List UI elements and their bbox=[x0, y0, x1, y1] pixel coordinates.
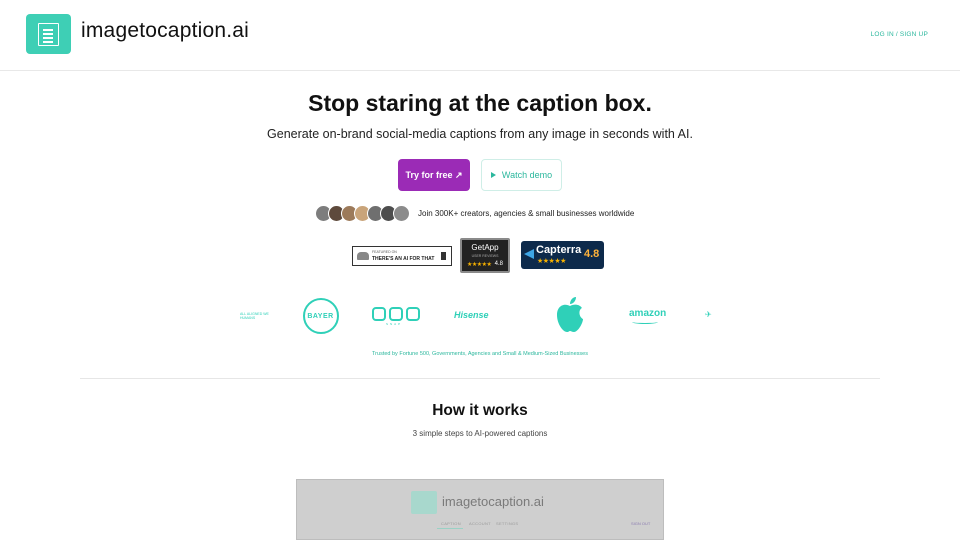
getapp-score: 4.8 bbox=[494, 261, 503, 267]
avatar bbox=[393, 204, 410, 222]
getapp-stars: ★★★★★ bbox=[467, 262, 492, 268]
hero-headline: Stop staring at the caption box. bbox=[308, 90, 652, 116]
shapes-brand-tag: SNAP bbox=[386, 322, 403, 326]
capterra-badge[interactable]: Capterra ★★★★★ 4.8 bbox=[521, 241, 604, 269]
how-it-works-title: How it works bbox=[432, 402, 528, 419]
preview-signout: SIGN OUT bbox=[631, 521, 651, 526]
apple-logo bbox=[553, 296, 587, 334]
getapp-badge[interactable]: GetApp USER REVIEWS ★★★★★ 4.8 bbox=[460, 238, 510, 273]
preview-brand: imagetocaption.ai bbox=[442, 494, 544, 509]
logo-icon[interactable] bbox=[26, 14, 71, 54]
capterra-stars: ★★★★★ bbox=[537, 258, 566, 265]
section-divider bbox=[80, 378, 880, 379]
bayer-logo: BAYER bbox=[303, 298, 339, 334]
site-header: imagetocaption.ai LOG IN / SIGN UP bbox=[0, 0, 960, 71]
government-logo: ALL ALIGNED WE HUMANS bbox=[240, 312, 269, 320]
bayer-logo-text: BAYER bbox=[307, 313, 334, 320]
preview-nav-account: ACCOUNT bbox=[469, 521, 491, 526]
aift-badge-small-label: FEATURED ON bbox=[372, 250, 397, 254]
preview-nav-caption: CAPTION bbox=[441, 521, 461, 526]
shapes-brand-logo: SNAP bbox=[372, 307, 422, 326]
avatar-stack bbox=[315, 204, 410, 222]
document-icon bbox=[38, 23, 59, 46]
trusted-by-text: Trusted by Fortune 500, Governments, Age… bbox=[372, 351, 588, 357]
social-proof: Join 300K+ creators, agencies & small bu… bbox=[315, 203, 634, 223]
client-logo-strip: ALL ALIGNED WE HUMANS BAYER SNAP Hisense… bbox=[0, 296, 960, 336]
bookmark-icon bbox=[441, 252, 446, 260]
flexed-arm-icon bbox=[357, 252, 369, 260]
app-preview-screenshot: imagetocaption.ai CAPTION ACCOUNT SETTIN… bbox=[296, 479, 664, 540]
amazon-logo: amazon bbox=[629, 308, 667, 324]
aift-badge-label: THERE'S AN AI FOR THAT bbox=[372, 256, 435, 262]
social-proof-text: Join 300K+ creators, agencies & small bu… bbox=[418, 208, 635, 218]
watch-demo-label: Watch demo bbox=[501, 170, 553, 180]
review-badges: FEATURED ON THERE'S AN AI FOR THAT GetAp… bbox=[0, 238, 960, 274]
watch-demo-button[interactable]: Watch demo bbox=[481, 159, 562, 191]
hisense-logo: Hisense bbox=[454, 310, 489, 320]
getapp-subtitle: USER REVIEWS bbox=[471, 254, 499, 258]
preview-nav-settings: SETTINGS bbox=[496, 521, 519, 526]
theres-an-ai-for-that-badge[interactable]: FEATURED ON THERE'S AN AI FOR THAT bbox=[352, 246, 452, 266]
try-for-free-button[interactable]: Try for free ↗ bbox=[398, 159, 470, 191]
capterra-score: 4.8 bbox=[584, 248, 600, 260]
how-it-works-subtitle: 3 simple steps to AI-powered captions bbox=[412, 429, 548, 438]
brand-name[interactable]: imagetocaption.ai bbox=[81, 19, 249, 43]
preview-logo-icon bbox=[411, 491, 437, 514]
play-icon bbox=[490, 172, 496, 178]
preview-active-underline bbox=[437, 528, 463, 529]
hero-subheadline: Generate on-brand social-media captions … bbox=[267, 127, 693, 141]
capterra-name: Capterra bbox=[536, 244, 582, 256]
airline-logo: ✈ bbox=[705, 310, 712, 319]
login-signup-link[interactable]: LOG IN / SIGN UP bbox=[871, 31, 928, 38]
amazon-logo-text: amazon bbox=[629, 308, 667, 319]
capterra-arrow-icon bbox=[524, 249, 534, 259]
getapp-title: GetApp bbox=[471, 243, 499, 252]
